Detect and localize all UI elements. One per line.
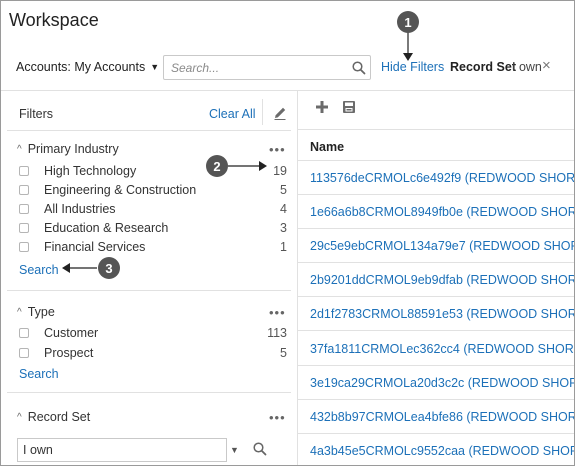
account-row-link[interactable]: 37fa1811CRMOLec362cc4 (REDWOOD SHORES (310, 342, 574, 356)
section-title: Type (27, 305, 55, 319)
record-set-section-header[interactable]: ^ Record Set (17, 410, 90, 424)
chevron-up-icon: ^ (17, 306, 22, 318)
filter-option-customer[interactable]: Customer 113 (19, 324, 287, 342)
search-icon[interactable] (351, 60, 367, 76)
account-row-link[interactable]: 29c5e9ebCRMOL134a79e7 (REDWOOD SHORES (310, 239, 574, 253)
filter-option-count: 19 (273, 164, 287, 178)
row-divider (298, 194, 574, 195)
chevron-up-icon: ^ (17, 411, 22, 423)
account-row-link[interactable]: 4a3b45e5CRMOLc9552caa (REDWOOD SHORES (310, 444, 574, 458)
primary-industry-search-link[interactable]: Search (19, 263, 59, 277)
dropdown-arrow-icon[interactable]: ▼ (230, 445, 239, 455)
section-title: Record Set (27, 410, 91, 424)
filter-option-count: 3 (280, 221, 287, 235)
search-icon[interactable] (252, 441, 268, 457)
caret-down-icon: ▼ (150, 62, 160, 72)
section-title: Primary Industry (27, 142, 119, 156)
account-row-link[interactable]: 3e19ca29CRMOLa20d3c2c (REDWOOD SHORES (310, 376, 574, 390)
checkbox[interactable] (19, 242, 29, 252)
close-icon[interactable]: × (542, 58, 551, 73)
chevron-up-icon: ^ (17, 143, 22, 155)
account-row-link[interactable]: 113576deCRMOLc6e492f9 (REDWOOD SHORES (310, 171, 574, 185)
filter-option-count: 113 (267, 326, 287, 340)
row-divider (298, 365, 574, 366)
filter-option-count: 4 (280, 202, 287, 216)
filter-option-all-industries[interactable]: All Industries 4 (19, 200, 287, 218)
name-column-header[interactable]: Name (310, 140, 344, 154)
callout-badge-2: 2 (206, 155, 228, 177)
filter-option-label: All Industries (44, 202, 116, 216)
row-divider (298, 433, 574, 434)
section-divider-1 (7, 290, 291, 291)
filter-option-label: Prospect (44, 346, 94, 360)
row-divider (298, 262, 574, 263)
header-divider (298, 160, 574, 161)
filter-option-label: Customer (44, 326, 99, 340)
type-search-link[interactable]: Search (19, 367, 59, 381)
filter-option-label: Engineering & Construction (44, 183, 197, 197)
more-icon[interactable]: ••• (269, 411, 286, 424)
more-icon[interactable]: ••• (269, 306, 286, 319)
callout-badge-1: 1 (397, 11, 419, 33)
filter-option-prospect[interactable]: Prospect 5 (19, 344, 287, 362)
section-divider-2 (7, 392, 291, 393)
search-input[interactable] (164, 56, 334, 79)
row-divider (298, 399, 574, 400)
row-divider (298, 228, 574, 229)
row-divider (298, 330, 574, 331)
filter-option-high-technology[interactable]: High Technology 19 (19, 162, 287, 180)
toolbar-divider (1, 90, 574, 91)
filter-option-count: 5 (280, 346, 287, 360)
account-row-link[interactable]: 432b8b97CRMOLea4bfe86 (REDWOOD SHORES (310, 410, 574, 424)
filter-option-engineering-construction[interactable]: Engineering & Construction 5 (19, 181, 287, 199)
more-icon[interactable]: ••• (269, 143, 286, 156)
account-row-link[interactable]: 2d1f2783CRMOL88591e53 (REDWOOD SHORES (310, 307, 574, 321)
page-title: Workspace (9, 10, 99, 30)
filter-option-label: Financial Services (44, 240, 146, 254)
checkbox[interactable] (19, 185, 29, 195)
filter-option-count: 5 (280, 183, 287, 197)
panel-divider (297, 90, 298, 465)
type-section-header[interactable]: ^ Type (17, 305, 55, 319)
workspace-frame: Workspace Accounts: My Accounts ▼ Hide F… (0, 0, 575, 466)
filter-option-education-research[interactable]: Education & Research 3 (19, 219, 287, 237)
save-icon[interactable] (342, 100, 356, 114)
accounts-label: Accounts: My Accounts (16, 60, 146, 74)
checkbox[interactable] (19, 223, 29, 233)
results-toolbar-divider (298, 129, 574, 130)
row-divider (298, 296, 574, 297)
accounts-dropdown[interactable]: Accounts: My Accounts ▼ (16, 60, 159, 74)
hide-filters-link[interactable]: Hide Filters (381, 60, 444, 74)
filter-option-financial-services[interactable]: Financial Services 1 (19, 238, 287, 256)
account-row-link[interactable]: 2b9201ddCRMOL9eb9dfab (REDWOOD SHORES (310, 273, 574, 287)
callout-badge-3: 3 (98, 257, 120, 279)
checkbox[interactable] (19, 328, 29, 338)
record-set-field (17, 438, 227, 462)
search-field (163, 55, 371, 80)
plus-icon[interactable] (315, 100, 329, 114)
record-set-chip-value: I own (512, 60, 542, 74)
checkbox[interactable] (19, 166, 29, 176)
filters-header-bottom-divider (7, 130, 291, 131)
clear-all-link[interactable]: Clear All (209, 107, 256, 121)
filters-header-divider (262, 99, 263, 125)
primary-industry-section-header[interactable]: ^ Primary Industry (17, 142, 119, 156)
checkbox[interactable] (19, 348, 29, 358)
filters-heading: Filters (19, 107, 54, 121)
filter-option-label: Education & Research (44, 221, 169, 235)
record-set-input[interactable] (18, 439, 226, 461)
account-row-link[interactable]: 1e66a6b8CRMOL8949fb0e (REDWOOD SHORES (310, 205, 574, 219)
filter-option-count: 1 (280, 240, 287, 254)
record-set-chip-label: Record Set (450, 60, 516, 74)
checkbox[interactable] (19, 204, 29, 214)
pencil-icon[interactable] (272, 105, 288, 121)
